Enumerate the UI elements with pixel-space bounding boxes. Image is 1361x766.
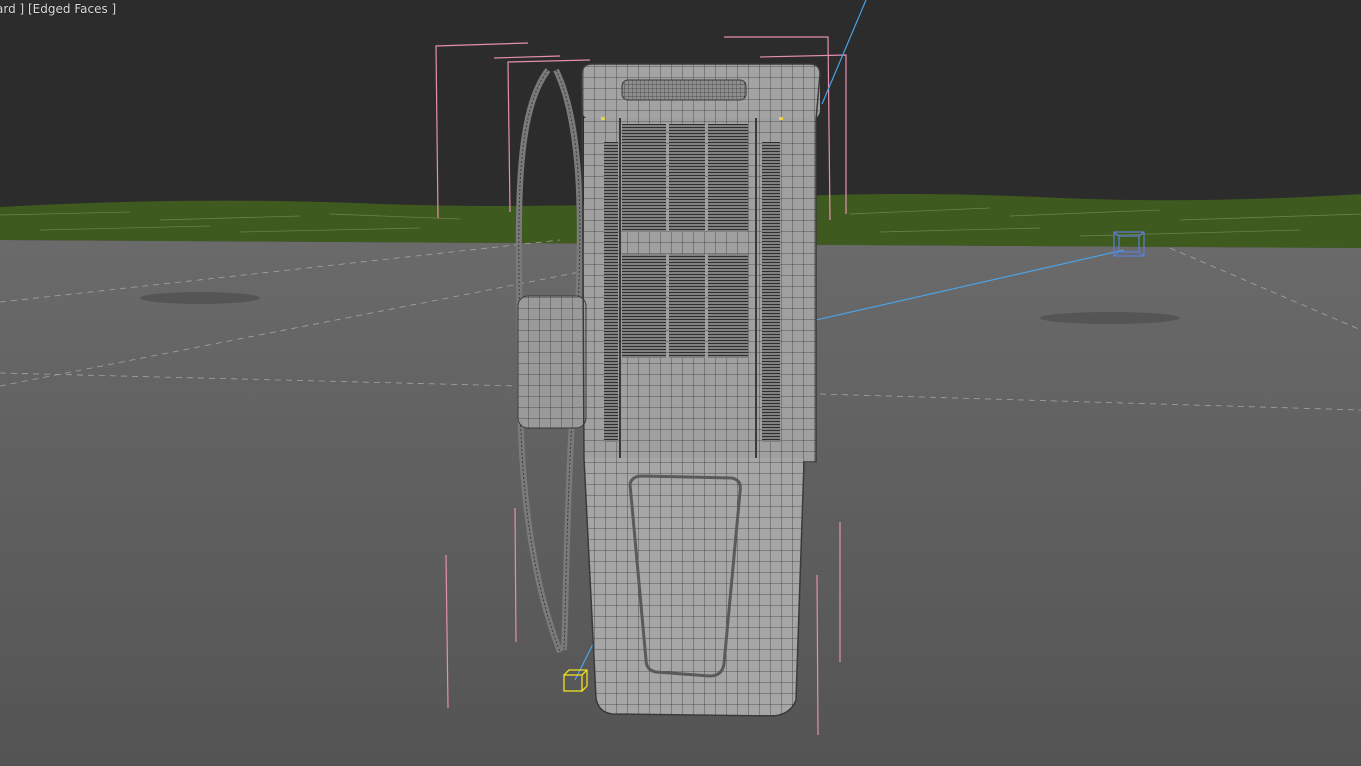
viewport-scene[interactable] — [0, 0, 1361, 766]
viewport[interactable]: ard ] [Edged Faces ] — [0, 0, 1361, 766]
viewport-label[interactable]: ard ] [Edged Faces ] — [0, 2, 116, 16]
